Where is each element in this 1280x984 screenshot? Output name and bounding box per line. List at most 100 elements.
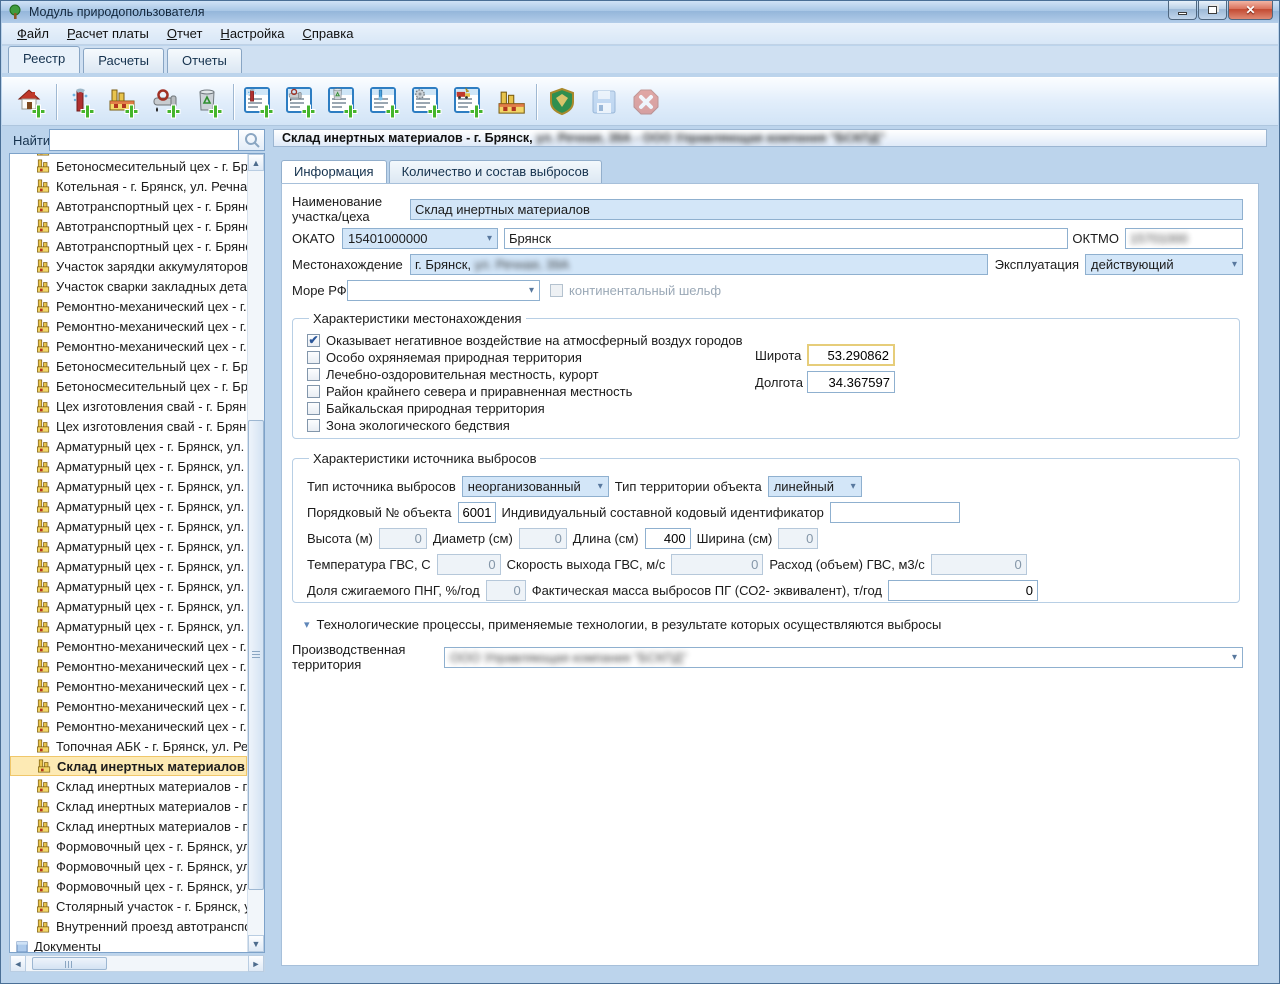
tree-item[interactable]: Арматурный цех - г. Брянск, ул. Речная [10,616,247,636]
add-report-gear-button[interactable] [406,81,448,123]
checkbox[interactable]: ✔ [307,351,320,364]
tree-item[interactable]: Арматурный цех - г. Брянск, ул. Речная [10,496,247,516]
source-type-combo[interactable]: неорганизованный▾ [462,476,609,497]
tree-item[interactable]: Цех изготовления свай - г. Брянск, ул. Р… [10,396,247,416]
object-number-input[interactable] [458,502,496,523]
okato-city-input[interactable]: Брянск [504,228,1068,249]
code-identifier-input[interactable] [830,502,960,523]
minimize-button[interactable] [1168,1,1197,20]
length-input[interactable] [645,528,691,549]
tree-item[interactable]: Ремонтно-механический цех - г. Брянск [10,716,247,736]
menu-payment-calc[interactable]: Расчет платы [58,24,158,43]
tree-item[interactable]: Формовочный цех - г. Брянск, ул. Речная [10,856,247,876]
tree-item[interactable]: Участок зарядки аккумуляторов [10,256,247,276]
add-report-discharge-button[interactable] [280,81,322,123]
add-house-button[interactable] [10,81,52,123]
oktmo-input[interactable]: 15701000 [1125,228,1243,249]
tree-item[interactable]: Формовочный цех - г. Брянск, ул. Речная [10,836,247,856]
checkbox[interactable]: ✔ [307,419,320,432]
tree-item[interactable]: Столярный участок - г. Брянск, ул. Речна… [10,896,247,916]
sea-combo[interactable]: ▾ [347,280,540,301]
factory-card-button[interactable] [490,81,532,123]
exploitation-combo[interactable]: действующий▾ [1085,254,1243,275]
add-chimney-source-button[interactable] [61,81,103,123]
longitude-input[interactable] [807,371,895,393]
add-report-air-button[interactable] [238,81,280,123]
tree-item[interactable]: Автотранспортный цех - г. Брянск, ул. Ре… [10,236,247,256]
close-button[interactable]: ✕ [1228,1,1273,20]
location-input[interactable]: г. Брянск, ул. Речная, 39А [410,254,988,275]
menu-file[interactable]: Файл [8,24,58,43]
tree-item[interactable]: Участок сварки закладных деталей [10,276,247,296]
checkbox[interactable]: ✔ [307,385,320,398]
tree-horizontal-scrollbar[interactable]: ◄ ► [9,955,265,972]
menu-help[interactable]: Справка [293,24,362,43]
tree-item[interactable]: Ремонтно-механический цех - г. Брянск [10,316,247,336]
tree-item[interactable]: Топочная АБК - г. Брянск, ул. Речная [10,736,247,756]
maximize-button[interactable] [1198,1,1227,20]
tree-item[interactable]: Склад инертных материалов - г. Брянск [10,776,247,796]
tree-item[interactable]: Внутренний проезд автотранспорта [10,916,247,936]
tree-item[interactable]: Арматурный цех - г. Брянск, ул. Речная [10,596,247,616]
scroll-down-button[interactable]: ▼ [248,935,264,952]
tab-registry[interactable]: Реестр [8,46,80,73]
tree-item[interactable]: Ремонтно-механический цех - г. Брянск [10,296,247,316]
collapse-triangle-icon[interactable]: ▾ [304,618,310,631]
tree-item[interactable]: Котельная - г. Брянск, ул. Речная [10,176,247,196]
add-report-waste-button[interactable] [322,81,364,123]
tech-processes-section[interactable]: ▾ Технологические процессы, применяемые … [292,617,1244,632]
tree-item[interactable]: Ремонтно-механический цех - г. Брянск [10,676,247,696]
menu-settings[interactable]: Настройка [211,24,293,43]
checkbox[interactable]: ✔ [307,402,320,415]
checkbox[interactable]: ✔ [307,334,320,347]
scroll-up-button[interactable]: ▲ [248,154,264,171]
tree-item[interactable]: Ремонтно-механический цех - г. Брянск [10,336,247,356]
tree-item[interactable]: Автотранспортный цех - г. Брянск, ул. Ре… [10,216,247,236]
ghg-mass-input[interactable] [888,580,1038,601]
name-input[interactable]: Склад инертных материалов [410,199,1243,220]
add-factory-button[interactable] [103,81,145,123]
tree-item[interactable]: Автотранспортный цех - г. Брянск, ул. Ре… [10,196,247,216]
tree-item[interactable]: Цех изготовления свай - г. Брянск, ул. Р… [10,416,247,436]
tree-item[interactable]: Арматурный цех - г. Брянск, ул. Речная [10,536,247,556]
tree-vertical-scrollbar[interactable]: ▲ ▼ [247,154,264,952]
scroll-right-button[interactable]: ► [248,955,264,972]
tree-item[interactable]: Бетоносмесительный цех - г. Брянск, ул. … [10,356,247,376]
tab-calculations[interactable]: Расчеты [83,48,164,73]
scroll-left-button[interactable]: ◄ [10,955,26,972]
tree-item[interactable]: Бетоносмесительный цех - г. Брянск, ул. … [10,376,247,396]
horizontal-scroll-thumb[interactable] [32,957,107,970]
vertical-scroll-thumb[interactable] [248,420,264,890]
checkbox[interactable]: ✔ [307,368,320,381]
tree-item[interactable]: Ремонтно-механический цех - г. Брянск [10,696,247,716]
tree-item[interactable]: Документы [10,936,247,953]
tree-item[interactable]: Бетоносмесительный цех - г. Брянск, ул. … [10,156,247,176]
add-discharge-pipe-button[interactable] [145,81,187,123]
tree-item[interactable]: Ремонтно-механический цех - г. Брянск [10,636,247,656]
latitude-input[interactable] [807,344,895,366]
tree-item[interactable]: Арматурный цех - г. Брянск, ул. Речная [10,456,247,476]
tab-emissions[interactable]: Количество и состав выбросов [389,160,602,183]
tab-information[interactable]: Информация [281,160,387,183]
tree-item[interactable]: Склад инертных материалов - г. Брянск [10,796,247,816]
tree-item[interactable]: Ремонтно-механический цех - г. Брянск [10,656,247,676]
search-button[interactable] [239,129,265,151]
tree-item[interactable]: Арматурный цех - г. Брянск, ул. Речная [10,576,247,596]
search-input[interactable] [49,129,239,151]
add-report-transport-button[interactable] [448,81,490,123]
tree-item[interactable]: Склад инертных материалов - г. Брянск [10,816,247,836]
rosprirodnadzor-emblem-button[interactable] [541,81,583,123]
tree-item[interactable]: Формовочный цех - г. Брянск, ул. Речная [10,876,247,896]
add-waste-bin-button[interactable] [187,81,229,123]
tree-item[interactable]: Арматурный цех - г. Брянск, ул. Речная [10,436,247,456]
tree-item[interactable]: Склад инертных материалов [10,756,247,776]
tab-reports[interactable]: Отчеты [167,48,242,73]
tree-item[interactable]: Арматурный цех - г. Брянск, ул. Речная [10,516,247,536]
tree-item[interactable]: Арматурный цех - г. Брянск, ул. Речная [10,556,247,576]
add-report-lamp-button[interactable] [364,81,406,123]
production-territory-combo[interactable]: ООО Управляющая компания "БСКПД" ▾ [444,647,1243,668]
tree-item[interactable]: Арматурный цех - г. Брянск, ул. Речная [10,476,247,496]
territory-type-combo[interactable]: линейный▾ [768,476,862,497]
okato-combo[interactable]: 15401000000▾ [342,228,498,249]
menu-report[interactable]: Отчет [158,24,212,43]
